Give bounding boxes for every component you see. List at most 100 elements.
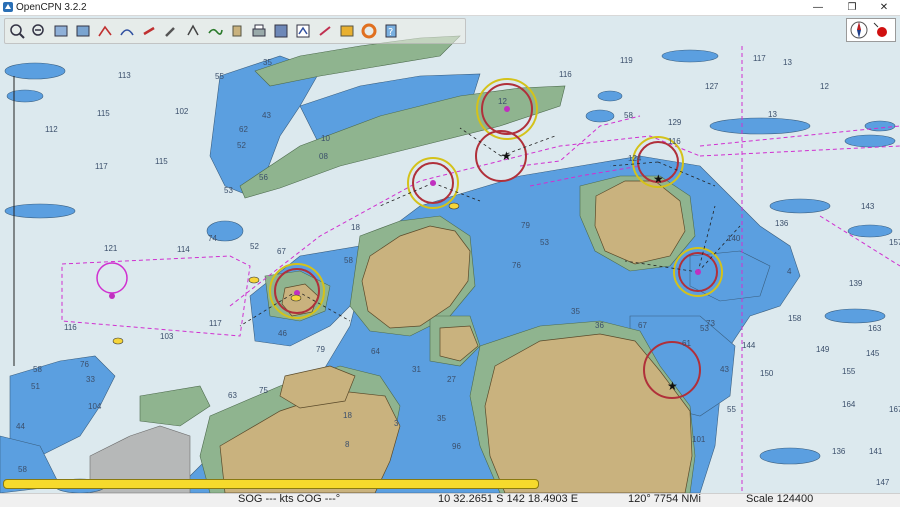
main-toolbar: ? (4, 18, 466, 44)
toolbar-print-button[interactable] (249, 21, 269, 41)
depth-sounding: 115 (97, 109, 110, 118)
depth-sounding: 10 (321, 134, 330, 143)
route-manager-icon (274, 24, 288, 38)
toolbar-zoom-out-button[interactable] (29, 21, 49, 41)
close-button[interactable]: ✕ (870, 0, 898, 15)
toolbar-text-button[interactable] (183, 21, 203, 41)
title-bar: OpenCPN 3.2.2 — ❐ ✕ (0, 0, 900, 16)
window-title: OpenCPN 3.2.2 (16, 2, 87, 13)
minimize-button[interactable]: — (804, 0, 832, 15)
track-icon (120, 29, 134, 36)
toolbar-zoom-in-button[interactable] (7, 21, 27, 41)
depth-sounding: 79 (316, 345, 325, 354)
depth-sounding: 35 (437, 414, 446, 423)
compass-icon (850, 21, 887, 39)
depth-sounding: 136 (832, 447, 846, 456)
depth-sounding: 61 (682, 339, 691, 348)
depth-sounding: 117 (209, 319, 222, 328)
current-icon (208, 28, 223, 35)
chart-canvas[interactable]: ★ ★ ★ 113 115 102 112 117 115 121 114 74 116 117 10… (0, 16, 900, 493)
depth-sounding: 35 (571, 307, 580, 316)
depth-sounding: 96 (452, 442, 461, 451)
scale-readout: Scale 124400 (746, 493, 814, 505)
depth-sounding: 73 (706, 319, 715, 328)
depth-sounding: 12 (820, 82, 829, 91)
toolbar-settings-button[interactable] (161, 21, 181, 41)
depth-sounding: 58 (18, 465, 27, 474)
svg-text:★: ★ (501, 149, 512, 163)
depth-sounding: 140 (727, 234, 741, 243)
depth-sounding: 4 (787, 267, 792, 276)
chart-quilt-bar[interactable] (3, 479, 539, 489)
depth-sounding: 13 (768, 110, 777, 119)
toolbar-help-button[interactable]: ? (381, 21, 401, 41)
depth-sounding: 124 (628, 154, 642, 163)
toolbar-track-button[interactable] (117, 21, 137, 41)
cursor-position-readout: 10 32.2651 S 142 18.4903 E (438, 493, 579, 505)
color-scheme-icon (340, 25, 354, 37)
toolbar-current-button[interactable] (205, 21, 225, 41)
toolbar-tide-button[interactable] (227, 21, 247, 41)
depth-sounding: 12 (498, 97, 507, 106)
depth-sounding: 147 (876, 478, 890, 487)
nautical-chart: ★ ★ ★ 113 115 102 112 117 115 121 114 74 116 117 10… (0, 35, 900, 493)
depth-sounding: 75 (259, 386, 268, 395)
depth-sounding: 64 (371, 347, 380, 356)
toolbar-lifebuoy-button[interactable] (359, 21, 379, 41)
depth-sounding: 44 (16, 422, 25, 431)
compass-gps-widget[interactable] (846, 18, 896, 42)
depth-sounding: 08 (319, 152, 328, 161)
depth-sounding: 164 (842, 400, 856, 409)
toolbar-route-manager-button[interactable] (271, 21, 291, 41)
depth-sounding: 52 (250, 242, 259, 251)
depth-sounding: 74 (208, 234, 217, 243)
depth-sounding: 62 (239, 125, 248, 134)
depth-sounding: 43 (720, 365, 729, 374)
depth-sounding: 43 (262, 111, 271, 120)
toolbar-scale-in-button[interactable] (51, 21, 71, 41)
depth-sounding: 58 (33, 365, 42, 374)
toolbar-autofollow-button[interactable] (139, 21, 159, 41)
opencpn-app-icon (3, 2, 13, 12)
depth-sounding: 18 (351, 223, 360, 232)
toolbar-color-scheme-button[interactable] (337, 21, 357, 41)
depth-sounding: 52 (237, 141, 246, 150)
chart-scale-out-icon (76, 25, 90, 37)
svg-text:★: ★ (667, 379, 678, 393)
depth-sounding: 144 (742, 341, 756, 350)
depth-sounding: 63 (228, 391, 237, 400)
depth-sounding: 155 (842, 367, 856, 376)
toolbar-ais-button[interactable] (293, 21, 313, 41)
zoom-out-icon (32, 24, 44, 36)
sog-cog-readout: SOG --- kts COG ---° (238, 493, 341, 505)
depth-sounding: 58 (344, 256, 353, 265)
toolbar-scale-out-button[interactable] (73, 21, 93, 41)
depth-sounding: 51 (31, 382, 40, 391)
zoom-in-icon (10, 24, 25, 39)
depth-sounding: 150 (760, 369, 774, 378)
ship-follow-icon (143, 26, 155, 36)
depth-sounding: 117 (95, 162, 108, 171)
depth-sounding: 127 (705, 82, 719, 91)
lifebuoy-icon (361, 23, 377, 39)
chart-scale-in-icon (54, 25, 68, 37)
depth-sounding: 27 (447, 375, 456, 384)
depth-sounding: 102 (175, 107, 189, 116)
depth-sounding: 79 (521, 221, 530, 230)
depth-sounding: 157 (889, 238, 900, 247)
depth-sounding: 129 (668, 118, 682, 127)
depth-sounding: 67 (277, 247, 286, 256)
toolbar-route-button[interactable] (95, 21, 115, 41)
restore-button[interactable]: ❐ (838, 0, 866, 15)
svg-text:★: ★ (653, 172, 664, 186)
depth-sounding: 141 (869, 447, 883, 456)
depth-sounding: 163 (868, 324, 882, 333)
depth-sounding: 56 (259, 173, 268, 182)
depth-sounding: 167 (889, 405, 900, 414)
depth-sounding: 76 (512, 261, 521, 270)
depth-sounding: 145 (866, 349, 880, 358)
depth-sounding: 46 (278, 329, 287, 338)
depth-sounding: 53 (540, 238, 549, 247)
toolbar-mob-button[interactable] (315, 21, 335, 41)
depth-sounding: 33 (86, 375, 95, 384)
